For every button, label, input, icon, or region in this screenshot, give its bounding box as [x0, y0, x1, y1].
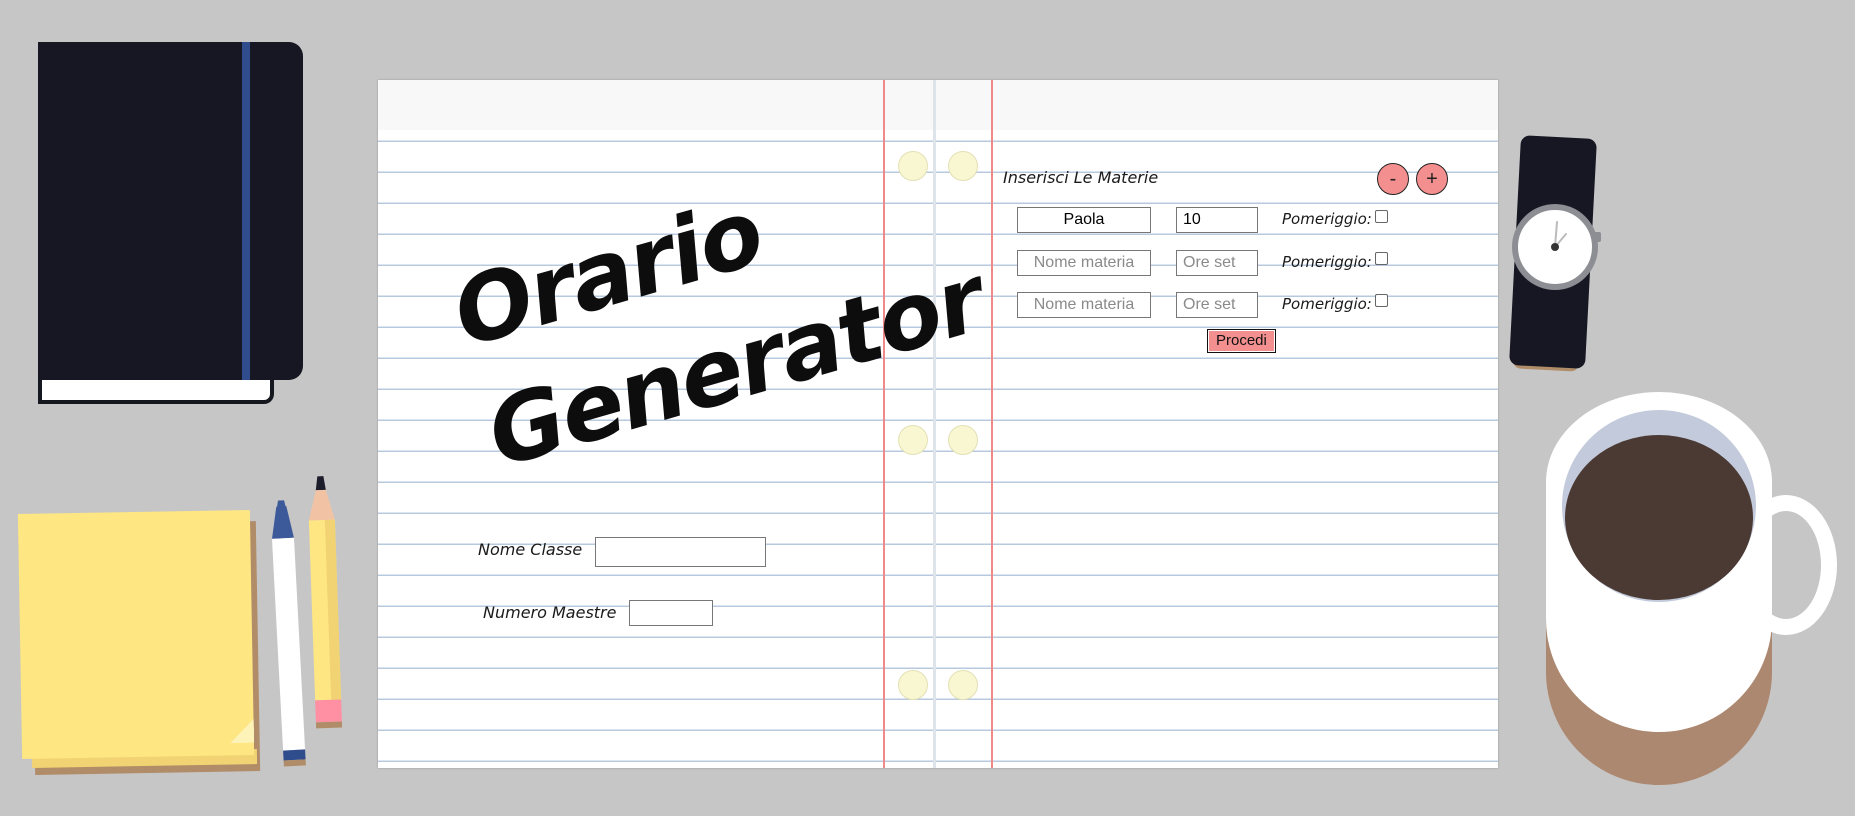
- paper-sheet: Orario Generator Nome Classe Numero Maes…: [378, 80, 1498, 768]
- punch-hole: [898, 670, 928, 700]
- class-name-label: Nome Classe: [478, 540, 583, 559]
- punch-hole: [948, 425, 978, 455]
- afternoon-label: Pomeriggio:: [1282, 253, 1372, 271]
- subjects-heading: Inserisci Le Materie: [1003, 168, 1159, 187]
- subject-hours-input[interactable]: [1176, 292, 1258, 318]
- punch-hole: [948, 151, 978, 181]
- left-margin-line: [883, 80, 885, 768]
- pencil-icon: [308, 476, 343, 729]
- procedi-button[interactable]: Procedi: [1207, 329, 1276, 353]
- afternoon-checkbox[interactable]: [1375, 252, 1388, 265]
- punch-hole: [898, 151, 928, 181]
- afternoon-checkbox[interactable]: [1375, 210, 1388, 223]
- sticky-note: [17, 509, 255, 760]
- afternoon-checkbox[interactable]: [1375, 294, 1388, 307]
- subject-hours-input[interactable]: [1176, 207, 1258, 233]
- notebook-cover: [38, 42, 303, 380]
- notebook-band: [242, 42, 250, 380]
- watch-hands: [1551, 221, 1567, 251]
- coffee: [1565, 435, 1753, 600]
- teachers-count-input[interactable]: [629, 600, 713, 626]
- sheet-header-strip: [378, 80, 1498, 130]
- subject-hours-input[interactable]: [1176, 250, 1258, 276]
- subject-name-input[interactable]: [1017, 250, 1151, 276]
- subject-name-input[interactable]: [1017, 292, 1151, 318]
- afternoon-label: Pomeriggio:: [1282, 295, 1372, 313]
- center-fold: [933, 80, 936, 768]
- class-name-input[interactable]: [595, 537, 766, 567]
- app-title: Orario Generator: [393, 108, 994, 536]
- subject-name-input[interactable]: [1017, 207, 1151, 233]
- watch-face: [1512, 204, 1598, 290]
- teachers-count-label: Numero Maestre: [483, 603, 617, 622]
- right-margin-line: [991, 80, 993, 768]
- remove-subject-button[interactable]: -: [1377, 163, 1409, 195]
- afternoon-label: Pomeriggio:: [1282, 210, 1372, 228]
- punch-hole: [948, 670, 978, 700]
- add-subject-button[interactable]: +: [1416, 163, 1448, 195]
- punch-hole: [898, 425, 928, 455]
